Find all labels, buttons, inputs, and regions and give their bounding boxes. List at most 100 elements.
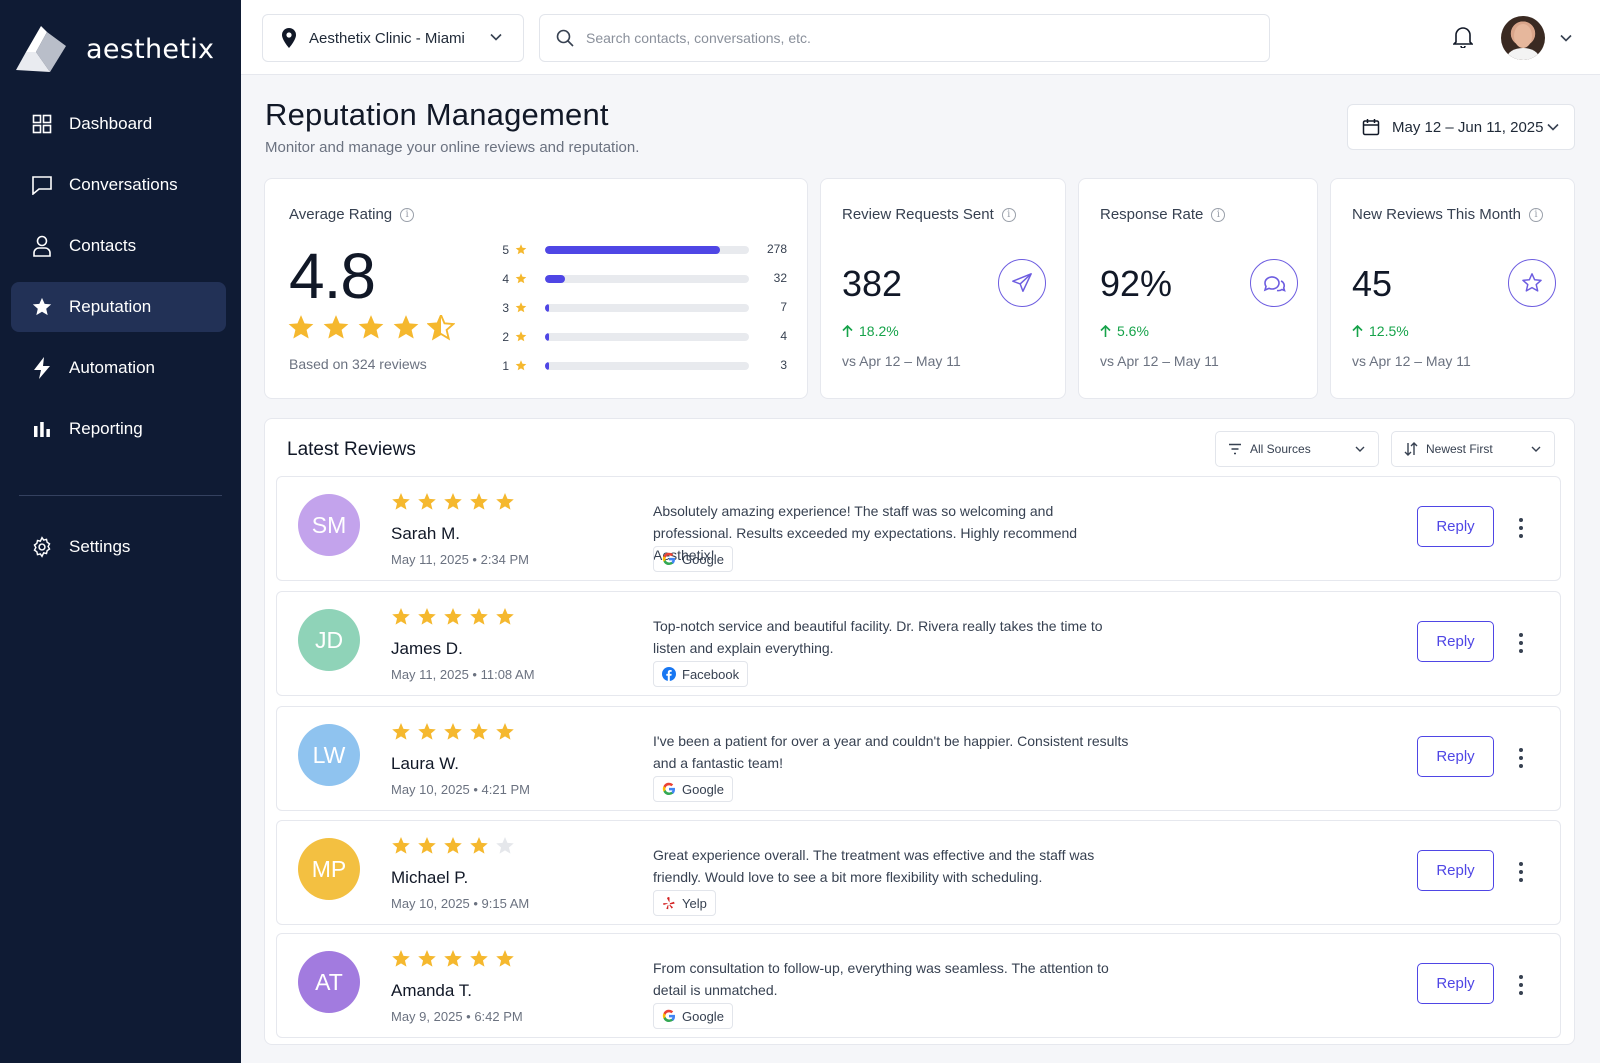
- sidebar-item-reputation[interactable]: Reputation: [11, 282, 226, 332]
- more-options-icon[interactable]: [1511, 857, 1531, 887]
- star-full-icon: [496, 608, 514, 625]
- sidebar-item-contacts[interactable]: Contacts: [11, 221, 226, 271]
- info-icon[interactable]: i: [1001, 207, 1016, 222]
- comparison-period: vs Apr 12 – May 11: [842, 353, 961, 369]
- reply-button[interactable]: Reply: [1417, 963, 1494, 1004]
- reviewer-name: Sarah M.: [391, 524, 460, 543]
- latest-reviews-title: Latest Reviews: [287, 439, 416, 460]
- reply-button[interactable]: Reply: [1417, 850, 1494, 891]
- info-icon[interactable]: i: [1211, 207, 1226, 222]
- reviewer-avatar: MP: [298, 838, 360, 900]
- reply-button[interactable]: Reply: [1417, 621, 1494, 662]
- review-source-badge[interactable]: Google: [653, 776, 733, 802]
- rating-stars: [287, 315, 455, 342]
- sidebar-item-label: Automation: [69, 358, 155, 377]
- star-half-icon: [427, 315, 455, 341]
- user-avatar[interactable]: [1501, 16, 1545, 60]
- more-options-icon[interactable]: [1511, 743, 1531, 773]
- sidebar-item-automation[interactable]: Automation: [11, 343, 226, 393]
- chevron-down-icon[interactable]: [1559, 32, 1573, 44]
- sidebar-nav: Dashboard Conversations Contacts Reputat…: [11, 99, 226, 465]
- sidebar-item-label: Reporting: [69, 419, 143, 438]
- reviewer-name: Laura W.: [391, 754, 460, 773]
- google-icon: [662, 782, 676, 796]
- new-reviews-card: New Reviews This Month i 45 12.5% vs Apr…: [1330, 178, 1575, 399]
- reviewer-name: James D.: [391, 639, 463, 658]
- reply-button[interactable]: Reply: [1417, 736, 1494, 777]
- review-source-badge[interactable]: Google: [653, 1003, 733, 1029]
- review-date: May 9, 2025 • 6:42 PM: [391, 1009, 523, 1024]
- sidebar-item-dashboard[interactable]: Dashboard: [11, 99, 226, 149]
- response-rate-value: 92%: [1100, 263, 1173, 304]
- star-full-icon: [418, 837, 436, 854]
- source-filter[interactable]: All Sources: [1215, 431, 1379, 467]
- more-options-icon[interactable]: [1511, 970, 1531, 1000]
- bell-icon[interactable]: [1453, 26, 1473, 48]
- page-title: Reputation Management: [265, 97, 609, 132]
- review-source-badge[interactable]: Google: [653, 546, 733, 572]
- reviewer-avatar: LW: [298, 724, 360, 786]
- review-source-badge[interactable]: Yelp: [653, 890, 716, 916]
- distribution-star-label: 4: [502, 271, 509, 286]
- star-small-icon: [515, 301, 527, 312]
- star-small-icon: [515, 272, 527, 283]
- distribution-bar-fill: [545, 362, 550, 370]
- star-full-icon: [392, 950, 410, 967]
- sort-label: Newest First: [1426, 442, 1493, 456]
- distribution-count: 4: [780, 329, 787, 343]
- distribution-count: 7: [780, 300, 787, 314]
- distribution-bar: [545, 275, 749, 283]
- reviewer-avatar: SM: [298, 494, 360, 556]
- filter-icon: [1229, 443, 1241, 455]
- distribution-bar-fill: [545, 275, 566, 283]
- review-text: Great experience overall. The treatment …: [653, 847, 1095, 885]
- search-input[interactable]: [586, 30, 1226, 46]
- distribution-bar-fill: [545, 333, 550, 341]
- more-options-icon[interactable]: [1511, 513, 1531, 543]
- star-full-icon: [418, 493, 436, 510]
- sidebar-item-settings[interactable]: Settings: [11, 522, 226, 572]
- brand-name: aesthetix: [86, 33, 215, 65]
- distribution-count: 3: [780, 358, 787, 372]
- star-full-icon: [392, 837, 410, 854]
- reviewer-avatar: JD: [298, 609, 360, 671]
- logo[interactable]: aesthetix: [14, 24, 214, 74]
- comparison-period: vs Apr 12 – May 11: [1100, 353, 1219, 369]
- facebook-icon: [662, 667, 676, 681]
- arrow-up-icon: [1100, 324, 1111, 337]
- date-range-picker[interactable]: May 12 – Jun 11, 2025: [1347, 104, 1575, 150]
- review-item: SM Sarah M. May 11, 2025 • 2:34 PM Absol…: [276, 476, 1561, 581]
- chevron-down-icon: [1531, 446, 1541, 452]
- info-icon[interactable]: i: [1528, 207, 1543, 222]
- distribution-star-label: 3: [502, 300, 509, 315]
- average-rating-value: 4.8: [289, 240, 376, 312]
- yelp-icon: [663, 897, 675, 910]
- sidebar-settings-group: Settings: [11, 522, 226, 583]
- sidebar: aesthetix Dashboard Conversations Contac…: [0, 0, 241, 1063]
- review-source-badge[interactable]: Facebook: [653, 661, 749, 687]
- star-full-icon: [496, 723, 514, 740]
- distribution-count: 32: [773, 271, 787, 285]
- star-full-icon: [358, 315, 384, 339]
- review-requests-change: 18.2%: [842, 323, 899, 339]
- clinic-selector[interactable]: Aesthetix Clinic - Miami: [262, 14, 524, 62]
- more-options-icon[interactable]: [1511, 628, 1531, 658]
- avatar-face: [1514, 24, 1532, 48]
- star-full-icon: [470, 608, 488, 625]
- response-rate-title: Response Rate: [1100, 206, 1204, 223]
- distribution-star-label: 2: [502, 329, 509, 344]
- star-full-icon: [418, 950, 436, 967]
- sidebar-item-reporting[interactable]: Reporting: [11, 404, 226, 454]
- location-pin-icon: [282, 28, 296, 48]
- info-icon[interactable]: i: [400, 207, 415, 222]
- review-text: I've been a patient for over a year and …: [653, 733, 1129, 771]
- reply-button[interactable]: Reply: [1417, 506, 1494, 547]
- sidebar-item-conversations[interactable]: Conversations: [11, 160, 226, 210]
- sort-dropdown[interactable]: Newest First: [1391, 431, 1555, 467]
- review-date: May 10, 2025 • 9:15 AM: [391, 896, 530, 911]
- star-full-icon: [470, 493, 488, 510]
- latest-reviews-panel: Latest Reviews All Sources Newest First …: [264, 418, 1575, 1045]
- review-stars: [391, 493, 515, 512]
- sidebar-item-label: Reputation: [69, 297, 152, 316]
- review-item: JD James D. May 11, 2025 • 11:08 AM Top-…: [276, 591, 1561, 696]
